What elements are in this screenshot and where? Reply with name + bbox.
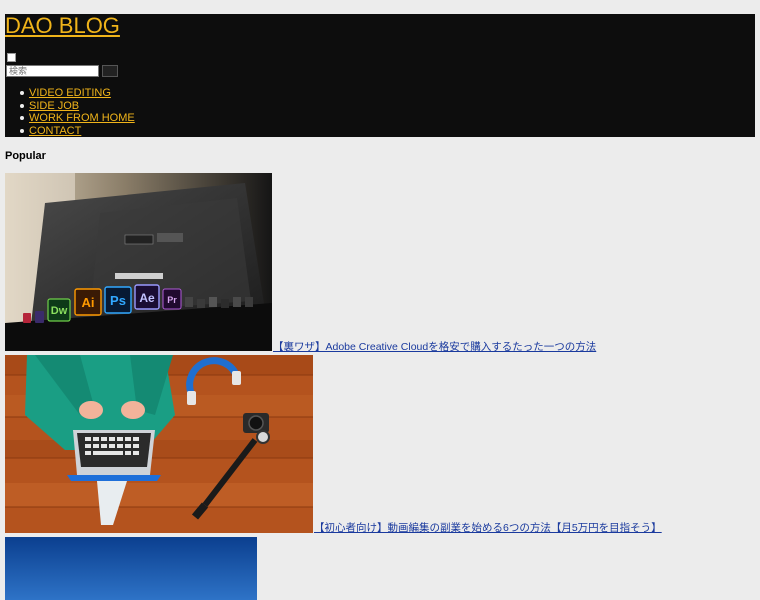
nav-link-video-editing[interactable]: VIDEO EDITING	[29, 87, 111, 99]
post-thumbnail-third[interactable]	[5, 537, 257, 600]
site-title-link[interactable]: DAO BLOG	[5, 14, 120, 38]
adobe-app-icon	[23, 313, 31, 323]
nav-link-contact[interactable]: CONTACT	[29, 125, 81, 137]
menu-toggle-checkbox[interactable]	[7, 53, 16, 62]
post-icon-label: Pr	[167, 295, 177, 305]
search-button[interactable]	[102, 65, 118, 77]
post-link-video-editing[interactable]: 【初心者向け】動画編集の副業を始める6つの方法【月5万円を目指そう】	[314, 522, 662, 534]
bullet-icon	[20, 91, 24, 95]
nav-link-work-from-home[interactable]: WORK FROM HOME	[29, 112, 135, 124]
post-icon-label: Ps	[110, 293, 126, 308]
post-icon-label: Ae	[139, 291, 155, 305]
popular-heading: Popular	[5, 150, 46, 162]
post-thumbnail-video-editing[interactable]	[5, 355, 313, 533]
bullet-icon	[20, 103, 24, 108]
post-icon-label: Dw	[51, 305, 68, 317]
site-header: DAO BLOG VIDEO EDITING SIDE JOB WORK FRO…	[5, 14, 755, 137]
nav-link-side-job[interactable]: SIDE JOB	[29, 100, 79, 112]
search-input[interactable]	[6, 65, 99, 77]
adobe-app-icon	[35, 311, 44, 323]
bullet-icon	[20, 128, 24, 133]
post-link-adobe[interactable]: 【裏ワザ】Adobe Creative Cloudを格安で購入するたった一つの方…	[273, 341, 596, 353]
post-thumbnail-adobe[interactable]: Dw Ai Ps Ae Pr	[5, 173, 272, 351]
bullet-icon	[20, 116, 24, 120]
post-icon-label: Ai	[82, 295, 95, 310]
